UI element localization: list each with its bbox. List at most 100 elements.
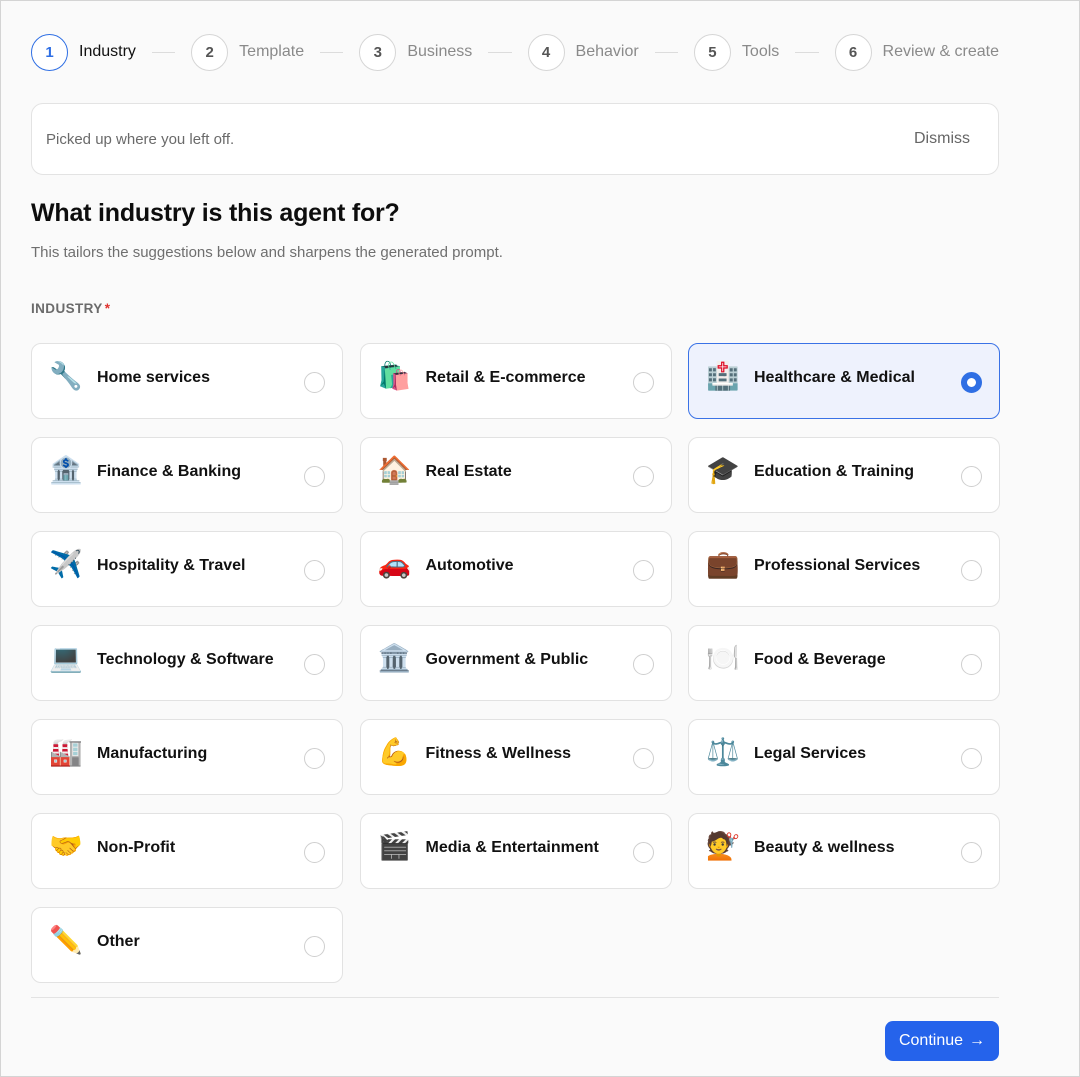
industry-option[interactable]: 🏥 Healthcare & Medical — [688, 343, 1000, 419]
continue-label: Continue — [898, 1032, 964, 1049]
industry-option[interactable]: 🚗 Automotive — [359, 531, 672, 607]
industry-radio[interactable] — [632, 748, 654, 769]
step-connector — [320, 51, 344, 53]
government-building-icon: 🏛️ — [377, 643, 412, 674]
industry-option[interactable]: ✏️ Other — [31, 907, 343, 983]
industry-radio[interactable] — [961, 372, 982, 393]
industry-radio[interactable] — [961, 560, 982, 581]
footer-divider — [31, 997, 999, 998]
industry-options-grid: 🔧 Home services 🛍️ Retail & E-commerce 🏥 Heal… — [31, 343, 1000, 983]
industry-option[interactable]: 💼 Professional Services — [688, 531, 1000, 607]
continue-button[interactable]: Continue → — [885, 1021, 999, 1061]
industry-option-label: Home services — [97, 369, 210, 386]
wizard-frame: 1 Industry 2 Template 3 Business 4 Behavior 5 Too… — [0, 0, 1080, 1077]
industry-option-label: Manufacturing — [97, 745, 208, 762]
step-label: Business — [407, 43, 473, 60]
industry-option-label: Education & Training — [754, 463, 915, 480]
industry-field-label: INDUSTRY * — [31, 301, 110, 316]
step-6[interactable]: 6 Review & create — [834, 33, 1000, 71]
industry-option[interactable]: 🎬 Media & Entertainment — [359, 813, 672, 889]
pencil-icon: ✏️ — [49, 925, 83, 956]
arrow-right-icon: → — [969, 1032, 986, 1049]
industry-option-label: Hospitality & Travel — [97, 557, 246, 574]
wrench-icon: 🔧 — [49, 361, 83, 392]
industry-radio[interactable] — [632, 372, 654, 393]
industry-option-label: Non-Profit — [97, 839, 176, 856]
page-title: What industry is this agent for? — [31, 199, 400, 227]
industry-radio[interactable] — [304, 842, 325, 863]
scales-icon: ⚖️ — [706, 737, 740, 768]
industry-radio[interactable] — [961, 842, 982, 863]
industry-radio[interactable] — [961, 466, 982, 487]
industry-option[interactable]: 🏭 Manufacturing — [31, 719, 343, 795]
industry-option-label: Real Estate — [425, 463, 512, 480]
resume-banner: Picked up where you left off. Dismiss — [31, 103, 999, 175]
car-icon: 🚗 — [377, 549, 412, 580]
industry-option[interactable]: 💇 Beauty & wellness — [688, 813, 1000, 889]
industry-label-text: INDUSTRY — [31, 301, 103, 316]
industry-radio[interactable] — [304, 654, 325, 675]
industry-option[interactable]: 🏠 Real Estate — [359, 437, 672, 513]
industry-option[interactable]: 🍽️ Food & Beverage — [688, 625, 1000, 701]
industry-radio[interactable] — [304, 560, 325, 581]
industry-option-label: Beauty & wellness — [754, 839, 895, 856]
flexed-biceps-icon: 💪 — [377, 737, 412, 768]
factory-icon: 🏭 — [49, 737, 83, 768]
step-connector — [488, 51, 512, 53]
industry-option[interactable]: 💻 Technology & Software — [31, 625, 343, 701]
industry-option-label: Retail & E-commerce — [425, 369, 586, 386]
industry-radio[interactable] — [632, 842, 654, 863]
industry-option[interactable]: 🛍️ Retail & E-commerce — [359, 343, 672, 419]
shopping-bags-icon: 🛍️ — [377, 361, 412, 392]
industry-radio[interactable] — [632, 466, 654, 487]
step-2[interactable]: 2 Template — [191, 33, 305, 71]
industry-radio[interactable] — [304, 372, 325, 393]
industry-radio[interactable] — [304, 748, 325, 769]
industry-radio[interactable] — [632, 560, 654, 581]
industry-option[interactable]: ✈️ Hospitality & Travel — [31, 531, 343, 607]
stepper: 1 Industry 2 Template 3 Business 4 Behavior 5 Too… — [31, 33, 999, 71]
step-3[interactable]: 3 Business — [359, 33, 473, 71]
industry-option[interactable]: ⚖️ Legal Services — [688, 719, 1000, 795]
industry-option-label: Automotive — [425, 557, 514, 574]
step-5[interactable]: 5 Tools — [693, 33, 779, 71]
step-number: 3 — [359, 33, 397, 71]
step-number: 1 — [31, 33, 68, 71]
industry-option[interactable]: 🎓 Education & Training — [688, 437, 1000, 513]
step-number: 5 — [693, 33, 731, 71]
industry-option-label: Fitness & Wellness — [425, 745, 572, 762]
industry-option-label: Media & Entertainment — [425, 839, 599, 856]
briefcase-icon: 💼 — [706, 549, 740, 580]
industry-option-label: Technology & Software — [97, 651, 274, 668]
step-1[interactable]: 1 Industry — [31, 33, 136, 71]
industry-option[interactable]: 💪 Fitness & Wellness — [359, 719, 672, 795]
industry-radio[interactable] — [304, 936, 325, 957]
step-label: Template — [239, 43, 305, 60]
step-connector — [795, 51, 819, 53]
dismiss-button[interactable]: Dismiss — [914, 130, 970, 148]
step-connector — [151, 51, 176, 53]
industry-option[interactable]: 🔧 Home services — [31, 343, 343, 419]
industry-radio[interactable] — [632, 654, 654, 675]
step-connector — [654, 51, 678, 53]
handshake-icon: 🤝 — [49, 831, 83, 862]
industry-option[interactable]: 🏛️ Government & Public — [359, 625, 672, 701]
industry-radio[interactable] — [304, 466, 325, 487]
industry-option-label: Healthcare & Medical — [754, 369, 915, 386]
clapper-board-icon: 🎬 — [377, 831, 412, 862]
industry-option-label: Other — [97, 933, 140, 950]
industry-radio[interactable] — [961, 654, 982, 675]
laptop-icon: 💻 — [49, 643, 83, 674]
industry-option[interactable]: 🤝 Non-Profit — [31, 813, 343, 889]
page-subtitle: This tailors the suggestions below and s… — [31, 244, 503, 261]
step-4[interactable]: 4 Behavior — [527, 33, 639, 71]
industry-option-label: Finance & Banking — [97, 463, 242, 480]
step-label: Review & create — [882, 43, 1000, 60]
hospital-icon: 🏥 — [706, 361, 740, 392]
industry-option[interactable]: 🏦 Finance & Banking — [31, 437, 343, 513]
required-mark: * — [104, 301, 111, 316]
industry-radio[interactable] — [961, 748, 982, 769]
step-number: 2 — [191, 33, 229, 71]
step-label: Industry — [79, 43, 136, 60]
bank-icon: 🏦 — [49, 455, 83, 486]
